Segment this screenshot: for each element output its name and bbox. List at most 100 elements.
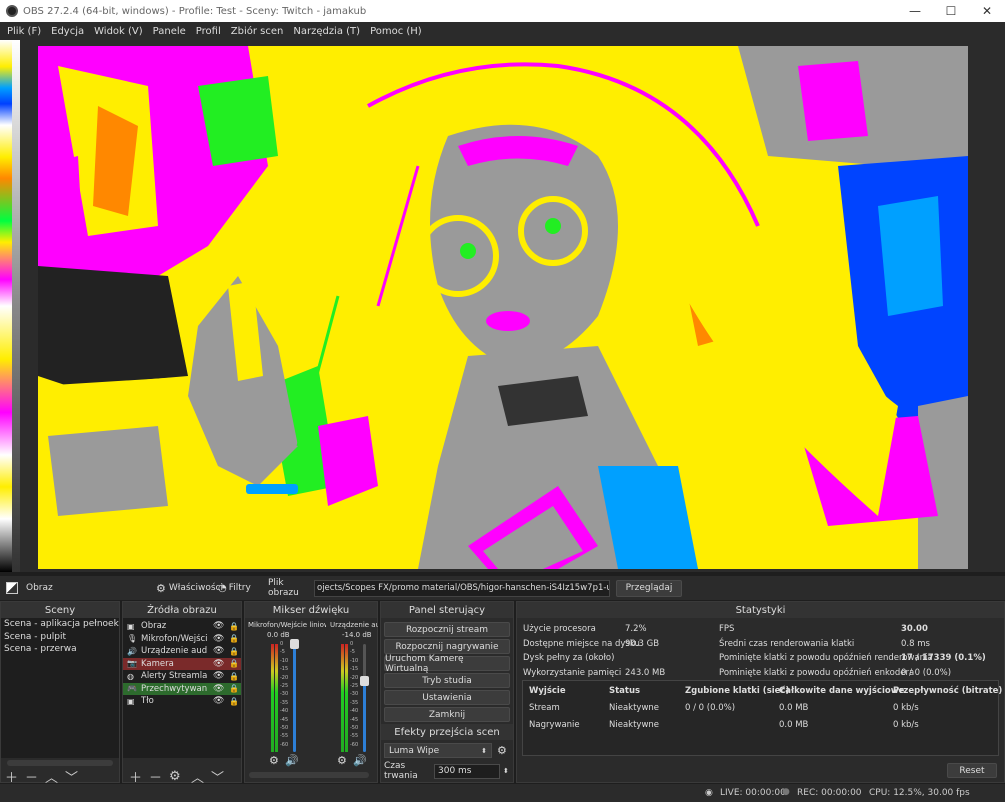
stats-dock: Statystyki Użycie procesora 7.2% Dostępne … — [516, 601, 1005, 783]
menu-docks[interactable]: Panele — [148, 26, 191, 37]
selected-source-name: Obraz — [26, 583, 53, 593]
mixer-dock: Mikser dźwięku Mikrofon/Wejście liniowe … — [244, 601, 378, 783]
lock-icon[interactable]: 🔒 — [229, 659, 239, 668]
speaker-icon[interactable]: 🔊 — [353, 754, 367, 767]
source-label: Obraz — [141, 621, 167, 632]
gear-icon[interactable]: ⚙ — [337, 754, 347, 767]
stat-row: Użycie procesora 7.2% — [523, 624, 713, 634]
source-item[interactable]: 🔊 Urządzenie audio 👁 🔒 — [123, 645, 241, 658]
lock-icon[interactable]: 🔒 — [229, 697, 239, 706]
mixer-scrollbar[interactable] — [249, 772, 369, 778]
exit-button[interactable]: Zamknij — [384, 707, 510, 722]
scenes-title: Sceny — [1, 602, 119, 618]
source-item[interactable]: ▣ Obraz 👁 🔒 — [123, 620, 241, 633]
close-button[interactable]: ✕ — [969, 0, 1005, 22]
menu-scene-collection[interactable]: Zbiór scen — [226, 26, 289, 37]
properties-button[interactable]: ⚙ Właściwości — [156, 582, 223, 595]
filters-button[interactable]: ◔ Filtry — [218, 583, 260, 594]
scene-item[interactable]: Scena - pulpit — [1, 631, 119, 644]
scene-item[interactable]: Scena - przerwa — [1, 643, 119, 656]
eye-icon[interactable]: 👁 — [213, 646, 224, 656]
eye-icon[interactable]: 👁 — [213, 659, 224, 669]
source-item[interactable]: 🎮 Przechwytywanie 👁 🔒 — [123, 682, 241, 695]
source-item[interactable]: 📷 Kamera 👁 🔒 — [123, 657, 241, 670]
meter-scale-label: -25 — [280, 683, 289, 689]
lock-icon[interactable]: 🔒 — [229, 684, 239, 693]
volume-slider-handle[interactable] — [360, 675, 369, 686]
meter-scale-label: -20 — [350, 674, 359, 681]
duration-input[interactable]: 300 ms — [434, 763, 500, 779]
stat-value: 7.2% — [625, 624, 647, 634]
start-recording-button[interactable]: Rozpocznij nagrywanie — [384, 639, 510, 654]
table-header: Przepływność (bitrate) — [893, 686, 1003, 696]
start-stream-button[interactable]: Rozpocznij stream — [384, 622, 510, 637]
table-header: Całkowite dane wyjściowe — [779, 686, 905, 696]
speaker-icon[interactable]: 🔊 — [285, 754, 299, 767]
minimize-button[interactable]: — — [897, 0, 933, 22]
source-label: Urządzenie audio — [141, 646, 207, 657]
transition-select[interactable]: Luma Wipe ⬍ — [384, 743, 492, 758]
lock-icon[interactable]: 🔒 — [229, 634, 239, 643]
meter-scale-label: -35 — [350, 699, 359, 706]
table-header: Zgubione klatki (sieć) — [685, 686, 790, 696]
add-scene-button[interactable]: ＋ — [5, 767, 25, 786]
reset-button[interactable]: Reset — [947, 763, 997, 778]
lock-icon[interactable]: 🔒 — [229, 672, 239, 681]
browse-button[interactable]: Przeglądaj — [616, 579, 682, 597]
meter-scale-label: -5 — [280, 649, 285, 656]
menu-edit[interactable]: Edycja — [46, 26, 89, 37]
menu-bar: Plik (F) Edycja Widok (V) Panele Profil … — [0, 22, 1005, 40]
transitions-title: Efekty przejścia scen — [381, 724, 513, 740]
move-down-icon[interactable]: ﹀ — [65, 767, 85, 786]
move-up-icon[interactable]: ︿ — [191, 767, 211, 786]
menu-help[interactable]: Pomoc (H) — [365, 26, 427, 37]
volume-slider-handle[interactable] — [290, 639, 299, 649]
volume-meter — [341, 644, 344, 752]
move-up-icon[interactable]: ︿ — [45, 767, 65, 786]
move-down-icon[interactable]: ﹀ — [211, 767, 231, 786]
source-label: Kamera — [141, 658, 174, 669]
eye-icon[interactable]: 👁 — [213, 621, 224, 631]
eye-icon[interactable]: 👁 — [213, 634, 224, 644]
volume-meter — [345, 644, 348, 752]
source-item[interactable]: 🎙Mikrofon/Wejście liniowe 👁 🔒 — [123, 633, 241, 646]
stat-row: FPS 30.00 — [719, 624, 999, 634]
menu-file[interactable]: Plik (F) — [2, 26, 46, 37]
meter-scale-label: -60 — [280, 741, 289, 748]
meter-scale-label: 0 — [280, 641, 284, 647]
eye-icon[interactable]: 👁 — [213, 684, 224, 694]
eye-icon[interactable]: 👁 — [213, 696, 224, 706]
gear-icon[interactable]: ⚙ — [269, 754, 279, 767]
gear-icon[interactable]: ⚙ — [497, 744, 507, 757]
eye-icon[interactable]: 👁 — [213, 671, 224, 681]
menu-profile[interactable]: Profil — [191, 26, 226, 37]
mixer-channel-db: -14.0 dB — [342, 631, 372, 639]
remove-scene-button[interactable]: － — [25, 767, 45, 786]
menu-tools[interactable]: Narzędzia (T) — [288, 26, 365, 37]
meter-scale-label: -35 — [280, 699, 289, 706]
preview-canvas[interactable] — [38, 46, 968, 569]
studio-mode-button[interactable]: Tryb studia — [384, 673, 510, 688]
spinner-icon[interactable]: ⬍ — [503, 767, 509, 775]
maximize-button[interactable]: ☐ — [933, 0, 969, 22]
add-source-button[interactable]: ＋ — [129, 767, 149, 786]
lock-icon[interactable]: 🔒 — [229, 622, 239, 631]
meter-scale-label: -30 — [280, 691, 289, 698]
source-item[interactable]: ◍ Alerty Streamlabs 👁 🔒 — [123, 670, 241, 683]
meter-scale-label: -30 — [350, 691, 359, 698]
settings-button[interactable]: Ustawienia — [384, 690, 510, 705]
gear-icon[interactable]: ⚙ — [169, 769, 191, 784]
stat-label: Dysk pełny za (około) — [523, 653, 615, 663]
source-item[interactable]: ▣ Tło 👁 🔒 — [123, 695, 241, 708]
start-virtual-camera-button[interactable]: Uruchom Kamerę Wirtualną — [384, 654, 510, 674]
remove-source-button[interactable]: － — [149, 767, 169, 786]
stat-label: FPS — [719, 624, 735, 634]
live-icon: ◉ — [705, 788, 713, 798]
stat-row: Pominięte klatki z powodu opóźnień enkod… — [719, 668, 999, 678]
scenes-scrollbar[interactable] — [7, 760, 113, 766]
menu-view[interactable]: Widok (V) — [89, 26, 148, 37]
file-path-field[interactable]: ojects/Scopes FX/promo material/OBS/higo… — [314, 579, 610, 597]
lock-icon[interactable]: 🔒 — [229, 647, 239, 656]
scene-item[interactable]: Scena - aplikacja pełnoekranowa — [1, 618, 119, 631]
filter-icon: ◔ — [218, 582, 227, 594]
